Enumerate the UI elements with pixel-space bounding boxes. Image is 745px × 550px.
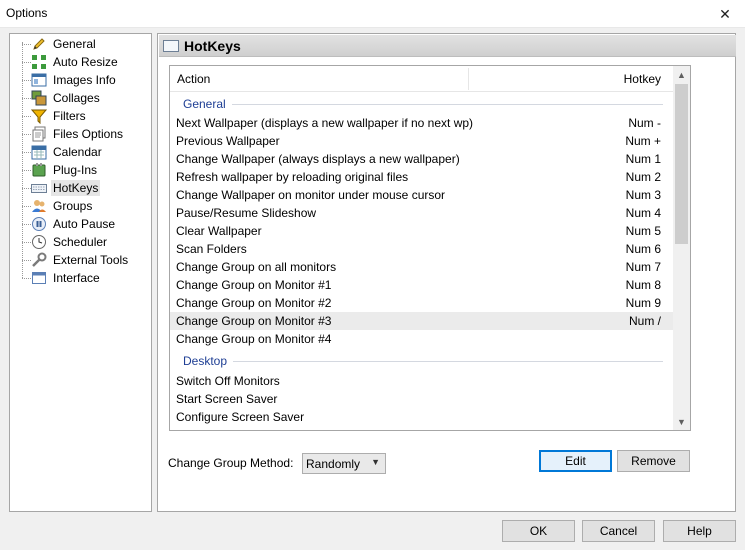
tree-item-label: Auto Pause <box>53 217 116 231</box>
dropdown-value: Randomly <box>306 456 361 471</box>
tree-item-label: Images Info <box>53 73 116 87</box>
list-item[interactable]: Change Group on all monitors Num 7 <box>170 258 673 276</box>
pencil-icon <box>31 36 47 52</box>
calendar-icon <box>31 144 47 160</box>
edit-button[interactable]: Edit <box>539 450 612 472</box>
panel-title: HotKeys <box>184 37 241 54</box>
list-item[interactable]: Change Wallpaper on monitor under mouse … <box>170 186 673 204</box>
list-item[interactable]: Scan Folders Num 6 <box>170 240 673 258</box>
list-item[interactable]: Clear Wallpaper Num 5 <box>170 222 673 240</box>
group-header-desktop: Desktop <box>183 352 663 370</box>
tree-item-hotkeys[interactable]: HotKeys <box>22 179 101 197</box>
tree-item-interface[interactable]: Interface <box>22 269 102 287</box>
tree-item-images-info[interactable]: Images Info <box>22 71 118 89</box>
list-item[interactable]: Change Group on Monitor #1 Num 8 <box>170 276 673 294</box>
title-bar: Options ✕ <box>0 0 745 28</box>
list-item[interactable]: Previous Wallpaper Num + <box>170 132 673 150</box>
chevron-down-icon: ▼ <box>371 457 380 467</box>
tree-item-filters[interactable]: Filters <box>22 107 88 125</box>
scrollbar-thumb[interactable] <box>675 84 688 244</box>
tree-item-label: External Tools <box>53 253 129 267</box>
list-item[interactable]: Change Wallpaper (always displays a new … <box>170 150 673 168</box>
window-title: Options <box>6 6 48 20</box>
vertical-scrollbar[interactable]: ▲ ▼ <box>673 66 690 430</box>
panel-header: HotKeys <box>159 35 736 57</box>
options-tree: General Auto Resize Images Info Collages… <box>9 33 152 512</box>
tree-item-label: Filters <box>53 109 86 123</box>
tree-item-auto-pause[interactable]: Auto Pause <box>22 215 117 233</box>
list-item[interactable]: Change Group on Monitor #4 <box>170 330 673 348</box>
scroll-up-arrow-icon[interactable]: ▲ <box>673 66 690 83</box>
tree-item-external-tools[interactable]: External Tools <box>22 251 130 269</box>
list-item[interactable]: Refresh wallpaper by reloading original … <box>170 168 673 186</box>
tree-item-auto-resize[interactable]: Auto Resize <box>22 53 120 71</box>
list-item[interactable]: Switch Off Monitors <box>170 372 673 390</box>
column-separator[interactable] <box>468 68 469 90</box>
tree-item-groups[interactable]: Groups <box>22 197 94 215</box>
files-icon <box>31 126 47 142</box>
close-button[interactable]: ✕ <box>705 0 745 28</box>
wrench-icon <box>31 252 47 268</box>
cancel-button[interactable]: Cancel <box>582 520 655 542</box>
change-group-method-dropdown[interactable]: Randomly ▼ <box>302 453 386 474</box>
list-item[interactable]: Pause/Resume Slideshow Num 4 <box>170 204 673 222</box>
list-item[interactable]: Next Wallpaper (displays a new wallpaper… <box>170 114 673 132</box>
clock-icon <box>31 234 47 250</box>
help-button[interactable]: Help <box>663 520 736 542</box>
tree-item-files-options[interactable]: Files Options <box>22 125 125 143</box>
column-header-hotkey[interactable]: Hotkey <box>624 72 661 86</box>
tree-item-label: Plug-Ins <box>53 163 98 177</box>
list-item-selected[interactable]: Change Group on Monitor #3 Num / <box>170 312 673 330</box>
hotkeys-list[interactable]: Action Hotkey General Next Wallpaper (di… <box>169 65 691 431</box>
hotkeys-panel: HotKeys Action Hotkey General Next Wallp… <box>157 33 736 512</box>
tree-item-scheduler[interactable]: Scheduler <box>22 233 109 251</box>
group-header-general: General <box>183 95 663 113</box>
tree-item-label: General <box>53 37 96 51</box>
resize-icon <box>31 54 47 70</box>
tree-item-label: HotKeys <box>51 180 101 196</box>
tree-item-label: Files Options <box>53 127 124 141</box>
tree-item-label: Calendar <box>53 145 102 159</box>
column-header-action[interactable]: Action <box>177 72 210 86</box>
groups-icon <box>31 198 47 214</box>
change-group-method-label: Change Group Method: <box>168 456 294 470</box>
list-header: Action Hotkey <box>170 66 673 92</box>
remove-button[interactable]: Remove <box>617 450 690 472</box>
pause-icon <box>31 216 47 232</box>
tree-item-label: Groups <box>53 199 93 213</box>
tree-item-label: Scheduler <box>53 235 108 249</box>
tree-item-label: Auto Resize <box>53 55 118 69</box>
list-item[interactable]: Configure Screen Saver <box>170 408 673 426</box>
info-icon <box>31 72 47 88</box>
close-icon: ✕ <box>719 5 731 22</box>
scroll-down-arrow-icon[interactable]: ▼ <box>673 413 690 430</box>
tree-item-calendar[interactable]: Calendar <box>22 143 104 161</box>
ok-button[interactable]: OK <box>502 520 575 542</box>
tree-item-collages[interactable]: Collages <box>22 89 102 107</box>
collage-icon <box>31 90 47 106</box>
filter-icon <box>30 108 48 125</box>
tree-item-label: Interface <box>53 271 100 285</box>
keyboard-icon <box>163 39 179 52</box>
interface-icon <box>31 270 47 286</box>
tree-item-general[interactable]: General <box>22 35 98 53</box>
tree-item-label: Collages <box>53 91 100 105</box>
list-item[interactable]: Change Group on Monitor #2 Num 9 <box>170 294 673 312</box>
plugin-icon <box>31 162 47 178</box>
tree-item-plug-ins[interactable]: Plug-Ins <box>22 161 99 179</box>
keyboard-icon <box>31 180 47 196</box>
list-item[interactable]: Start Screen Saver <box>170 390 673 408</box>
